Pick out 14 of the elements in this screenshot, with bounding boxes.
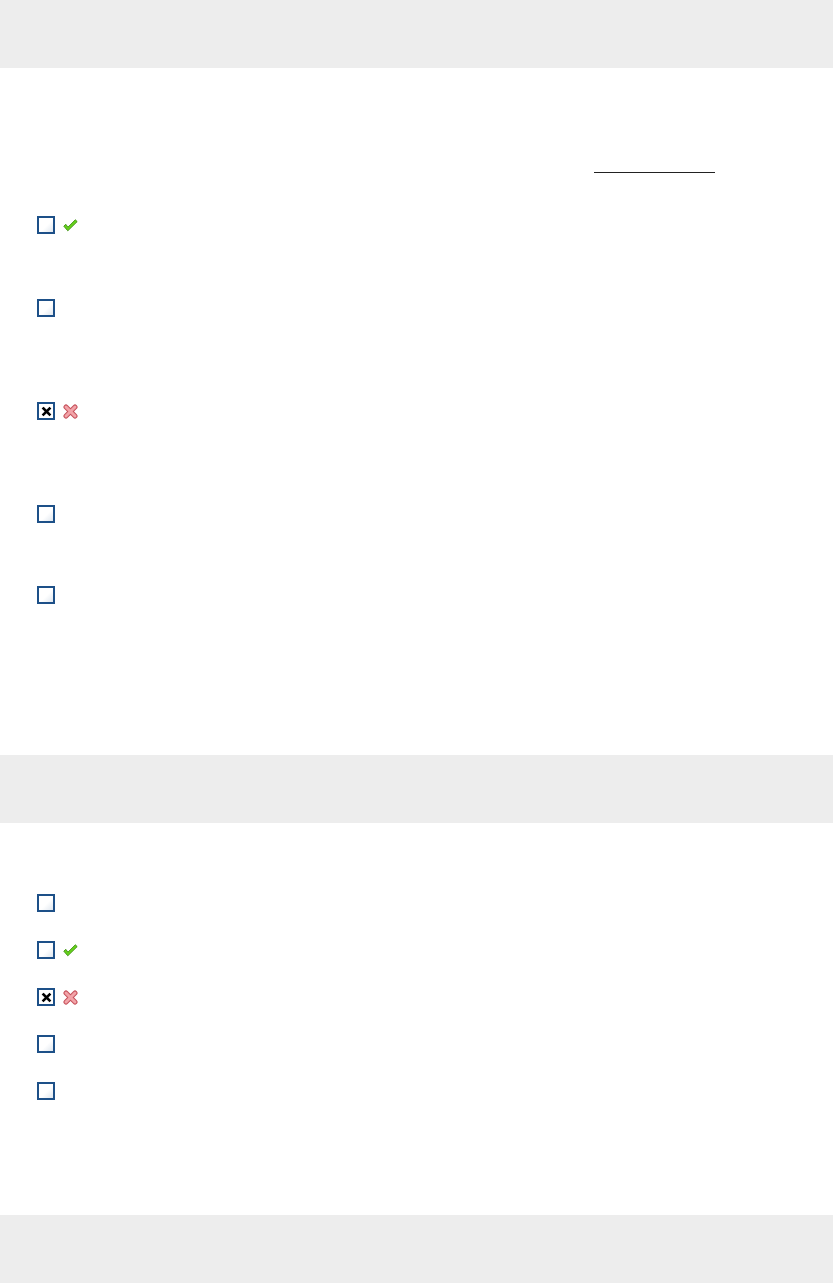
- tick-icon: [63, 218, 78, 232]
- checkbox[interactable]: [37, 1082, 55, 1100]
- checkbox[interactable]: [37, 988, 55, 1006]
- checkbox[interactable]: [37, 402, 55, 420]
- checkbox[interactable]: [37, 941, 55, 959]
- cross-icon: [63, 989, 78, 1005]
- checkbox[interactable]: [37, 1035, 55, 1053]
- checkbox[interactable]: [37, 299, 55, 317]
- cross-icon: [63, 403, 78, 419]
- checkbox[interactable]: [37, 216, 55, 234]
- tick-icon: [63, 943, 78, 957]
- checkbox[interactable]: [37, 505, 55, 523]
- checkbox[interactable]: [37, 894, 55, 912]
- checkbox[interactable]: [37, 586, 55, 604]
